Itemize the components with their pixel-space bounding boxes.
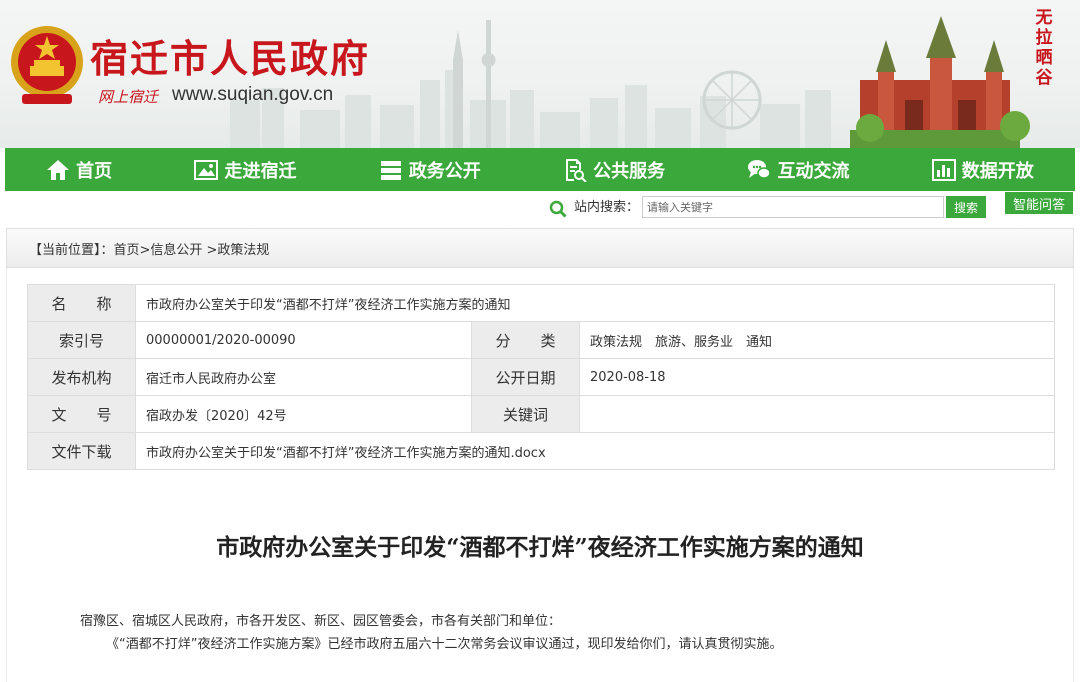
article-title: 市政府办公室关于印发“酒都不打烊”夜经济工作实施方案的通知 — [216, 534, 864, 561]
nav-item-label: 互动交流 — [777, 160, 850, 182]
category-label: 分 类 — [471, 321, 580, 359]
nav-item-gov-affairs[interactable]: 政务公开 — [365, 148, 495, 191]
smart-qa-button[interactable]: 智能问答 — [1005, 192, 1073, 214]
nav-item-label: 走进宿迁 — [224, 160, 297, 182]
category-value: 政策法规 旅游、服务业 通知 — [579, 321, 1055, 359]
article-salutation: 宿豫区、宿城区人民政府，市各开发区、新区、园区管委会，市各有关部门和单位： — [80, 614, 562, 629]
stack-icon — [380, 160, 401, 180]
nav-item-label: 首页 — [76, 160, 113, 182]
table-row: 文 号 宿政办发〔2020〕42号 关键词 — [27, 395, 1055, 433]
publisher-label: 发布机构 — [27, 358, 136, 396]
name-value: 市政府办公室关于印发“酒都不打烊”夜经济工作实施方案的通知 — [135, 284, 1055, 322]
keyword-value — [579, 395, 1055, 433]
breadcrumb: 【当前位置】： 首页>信息公开 >政策法规 — [6, 228, 1074, 268]
date-label: 公开日期 — [471, 358, 580, 396]
search-input[interactable] — [642, 196, 944, 218]
nav-item-interaction[interactable]: 互动交流 — [733, 148, 863, 191]
home-icon — [47, 159, 70, 180]
table-row: 文件下载 市政府办公室关于印发“酒都不打烊”夜经济工作实施方案的通知.docx — [27, 432, 1055, 470]
search-label: 站内搜索： — [574, 200, 640, 215]
table-row: 发布机构 宿迁市人民政府办公室 公开日期 2020-08-18 — [27, 358, 1055, 396]
site-slogan: 网上宿迁 — [98, 88, 159, 106]
publisher-value: 宿迁市人民政府办公室 — [135, 358, 472, 396]
bar-chart-icon — [931, 158, 956, 181]
chat-icon — [748, 159, 772, 179]
nav-item-about[interactable]: 走进宿迁 — [180, 148, 310, 191]
site-url[interactable]: www.suqian.gov.cn — [172, 84, 333, 106]
national-emblem-logo — [11, 26, 83, 104]
main-nav: 首页 走进宿迁 政务公开 公共服务 互动交流 数据开放 — [5, 148, 1075, 191]
image-icon — [194, 159, 219, 180]
breadcrumb-path[interactable]: 首页>信息公开 >政策法规 — [114, 239, 270, 258]
nav-item-label: 数据开放 — [961, 160, 1034, 182]
site-banner: 宿迁市人民政府 网上宿迁 www.suqian.gov.cn 无拉晒谷 — [0, 0, 1080, 148]
site-name: 宿迁市人民政府 — [90, 36, 371, 81]
table-row: 索引号 00000001/2020-00090 分 类 政策法规 旅游、服务业 … — [27, 321, 1055, 359]
search-button[interactable]: 搜索 — [946, 196, 986, 218]
download-link[interactable]: 市政府办公室关于印发“酒都不打烊”夜经济工作实施方案的通知.docx — [135, 432, 1055, 470]
nav-item-label: 政务公开 — [408, 160, 481, 182]
docno-value: 宿政办发〔2020〕42号 — [135, 395, 472, 433]
table-row: 名 称 市政府办公室关于印发“酒都不打烊”夜经济工作实施方案的通知 — [27, 284, 1055, 322]
index-label: 索引号 — [27, 321, 136, 359]
keyword-label: 关键词 — [471, 395, 580, 433]
nav-item-open-data[interactable]: 数据开放 — [918, 148, 1048, 191]
calligraphy-text: 无拉晒谷 — [1035, 8, 1053, 88]
nav-item-home[interactable]: 首页 — [32, 148, 126, 191]
document-search-icon — [566, 158, 587, 182]
index-value: 00000001/2020-00090 — [135, 321, 472, 359]
document-metadata-table: 名 称 市政府办公室关于印发“酒都不打烊”夜经济工作实施方案的通知 索引号 00… — [27, 284, 1055, 470]
download-label: 文件下载 — [27, 432, 136, 470]
docno-label: 文 号 — [27, 395, 136, 433]
date-value: 2020-08-18 — [579, 358, 1055, 396]
name-label: 名 称 — [27, 284, 136, 322]
search-icon — [549, 200, 567, 218]
article-paragraph: 《“酒都不打烊”夜经济工作实施方案》已经市政府五届六十二次常务会议审议通过，现印… — [106, 637, 783, 652]
nav-item-public-service[interactable]: 公共服务 — [549, 148, 679, 191]
nav-item-label: 公共服务 — [593, 160, 666, 182]
search-bar: 站内搜索： 搜索 智能问答 — [0, 192, 1080, 222]
breadcrumb-prefix: 【当前位置】： — [29, 242, 114, 258]
